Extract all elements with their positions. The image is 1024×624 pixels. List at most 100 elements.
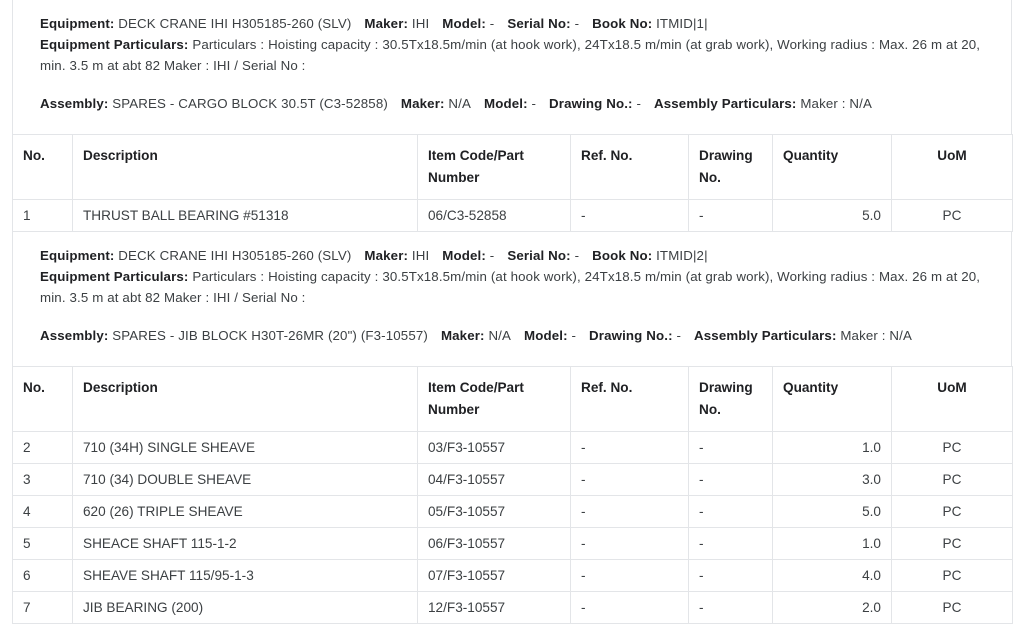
cell-description: SHEAVE SHAFT 115/95-1-3	[72, 559, 418, 592]
serial-no-label: Serial No:	[507, 16, 571, 31]
cell-quantity: 1.0	[772, 431, 892, 464]
column-header-item-code-line1: Item Code/Part	[428, 148, 524, 163]
assembly-model-value: -	[531, 96, 537, 111]
cell-ref-no: -	[570, 199, 689, 232]
cell-uom: PC	[891, 527, 1013, 560]
equipment-particulars-label: Equipment Particulars:	[40, 37, 189, 52]
table-row: 4 620 (26) TRIPLE SHEAVE 05/F3-10557- -5.0 P…	[12, 495, 1013, 528]
cell-uom: PC	[891, 591, 1013, 624]
cell-ref-no: -	[570, 559, 689, 592]
parts-table: No. Description Item Code/Part Number Ref. N…	[12, 366, 1013, 624]
table-row: 2 710 (34H) SINGLE SHEAVE 03/F3-10557- -1.0…	[12, 431, 1013, 464]
equipment-particulars-label: Equipment Particulars:	[40, 269, 189, 284]
cell-no: 1	[12, 199, 73, 232]
cell-uom: PC	[891, 463, 1013, 496]
assembly-particulars-value: Maker : N/A	[800, 96, 872, 111]
cell-description: 620 (26) TRIPLE SHEAVE	[72, 495, 418, 528]
cell-ref-no: -	[570, 527, 689, 560]
column-header-quantity-text: Quantity	[783, 148, 839, 163]
table-row: 5 SHEACE SHAFT 115-1-2 06/F3-10557- -1.0 PC	[12, 527, 1013, 560]
cell-description: 710 (34) DOUBLE SHEAVE	[72, 463, 418, 496]
table-row: 7 JIB BEARING (200) 12/F3-10557- -2.0 PC	[12, 591, 1013, 624]
cell-no: 3	[12, 463, 73, 496]
column-header-description: Description	[72, 366, 418, 432]
cell-quantity: 3.0	[772, 463, 892, 496]
serial-no-value: -	[574, 248, 580, 263]
equipment-label: Equipment:	[40, 248, 115, 263]
assembly-line: Assembly: SPARES - JIB BLOCK H30T-26MR (…	[40, 325, 984, 346]
cell-item-code: 06/C3-52858	[417, 199, 571, 232]
cell-description: THRUST BALL BEARING #51318	[72, 199, 418, 232]
assembly-particulars-value: Maker : N/A	[840, 328, 912, 343]
cell-drawing-no: -	[688, 431, 773, 464]
column-header-no-text: No.	[23, 148, 45, 163]
spare-parts-document-page: Equipment: DECK CRANE IHI H305185-260 (S…	[0, 0, 1024, 624]
assembly-model-label: Model:	[524, 328, 568, 343]
assembly-drawing-no-label: Drawing No.:	[589, 328, 673, 343]
equipment-label: Equipment:	[40, 16, 115, 31]
cell-item-code: 12/F3-10557	[417, 591, 571, 624]
book-no-value: ITMID|2|	[656, 248, 708, 263]
cell-ref-no: -	[570, 495, 689, 528]
cell-no: 2	[12, 431, 73, 464]
model-label: Model:	[442, 16, 486, 31]
column-header-description-text: Description	[83, 380, 158, 395]
column-header-drawing-line2: No.	[699, 402, 721, 417]
column-header-no: No.	[12, 366, 73, 432]
cell-item-code: 06/F3-10557	[417, 527, 571, 560]
cell-item-code: 03/F3-10557	[417, 431, 571, 464]
cell-no: 7	[12, 591, 73, 624]
parts-table-header-row: No. Description Item Code/Part Number Ref. N…	[12, 134, 1013, 200]
assembly-drawing-no-value: -	[636, 96, 642, 111]
column-header-quantity: Quantity	[772, 134, 892, 200]
cell-item-code: 07/F3-10557	[417, 559, 571, 592]
block-top-spacer	[12, 232, 1012, 245]
column-header-uom: UoM	[891, 134, 1013, 200]
block-bottom-spacer	[12, 346, 1012, 366]
cell-quantity: 4.0	[772, 559, 892, 592]
equipment-particulars-line: Equipment Particulars: Particulars : Hoi…	[40, 266, 984, 308]
column-header-drawing-no: Drawing No.	[688, 134, 773, 200]
column-header-drawing-no: Drawing No.	[688, 366, 773, 432]
column-header-drawing-line1: Drawing	[699, 148, 753, 163]
cell-no: 4	[12, 495, 73, 528]
column-header-description-text: Description	[83, 148, 158, 163]
equipment-line: Equipment: DECK CRANE IHI H305185-260 (S…	[40, 13, 984, 34]
equipment-meta-block: Equipment: DECK CRANE IHI H305185-260 (S…	[12, 13, 1012, 114]
table-row: 1 THRUST BALL BEARING #51318 06/C3-52858- -…	[12, 199, 1013, 232]
cell-no: 5	[12, 527, 73, 560]
column-header-ref-no-text: Ref. No.	[581, 380, 633, 395]
book-no-label: Book No:	[592, 16, 653, 31]
assembly-particulars-label: Assembly Particulars:	[694, 328, 837, 343]
cell-quantity: 5.0	[772, 199, 892, 232]
cell-drawing-no: -	[688, 559, 773, 592]
cell-drawing-no: -	[688, 463, 773, 496]
assembly-line: Assembly: SPARES - CARGO BLOCK 30.5T (C3…	[40, 93, 984, 114]
assembly-drawing-no-value: -	[676, 328, 682, 343]
column-header-drawing-line1: Drawing	[699, 380, 753, 395]
column-header-no-text: No.	[23, 380, 45, 395]
column-header-quantity: Quantity	[772, 366, 892, 432]
cell-drawing-no: -	[688, 527, 773, 560]
equipment-meta-block: Equipment: DECK CRANE IHI H305185-260 (S…	[12, 245, 1012, 346]
cell-description: JIB BEARING (200)	[72, 591, 418, 624]
cell-ref-no: -	[570, 431, 689, 464]
cell-item-code: 04/F3-10557	[417, 463, 571, 496]
cell-uom: PC	[891, 495, 1013, 528]
cell-uom: PC	[891, 199, 1013, 232]
parts-table-header-row: No. Description Item Code/Part Number Ref. N…	[12, 366, 1013, 432]
column-header-item-code: Item Code/Part Number	[417, 366, 571, 432]
column-header-item-code-line1: Item Code/Part	[428, 380, 524, 395]
table-row: 3 710 (34) DOUBLE SHEAVE 04/F3-10557- -3.0 P…	[12, 463, 1013, 496]
column-header-item-code: Item Code/Part Number	[417, 134, 571, 200]
book-no-label: Book No:	[592, 248, 653, 263]
model-label: Model:	[442, 248, 486, 263]
assembly-maker-value: N/A	[488, 328, 512, 343]
maker-label: Maker:	[364, 16, 409, 31]
cell-description: SHEACE SHAFT 115-1-2	[72, 527, 418, 560]
cell-description: 710 (34H) SINGLE SHEAVE	[72, 431, 418, 464]
column-header-uom: UoM	[891, 366, 1013, 432]
column-header-uom-text: UoM	[937, 380, 967, 395]
assembly-model-label: Model:	[484, 96, 528, 111]
assembly-maker-value: N/A	[448, 96, 471, 111]
